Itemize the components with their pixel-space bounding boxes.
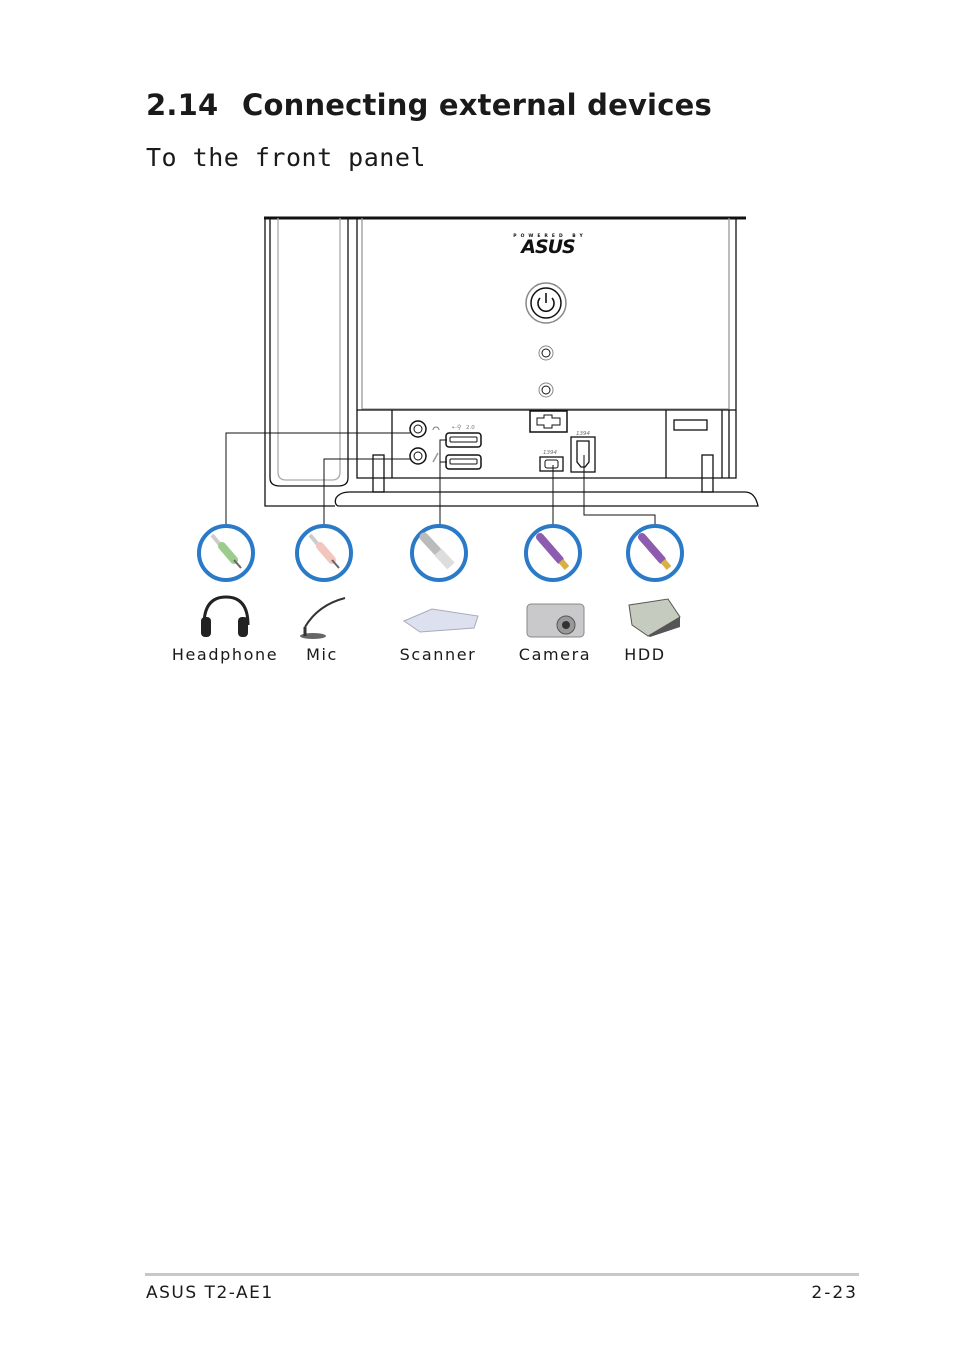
footer-page-number: 2-23 — [811, 1283, 858, 1303]
svg-text:⇠⚲: ⇠⚲ — [452, 424, 461, 431]
firewire-ports: 1394 1394 — [539, 431, 596, 473]
microphone-icon — [300, 597, 346, 639]
footer-divider — [145, 1273, 859, 1276]
footer-product: ASUS T2-AE1 — [146, 1283, 274, 1303]
device-label-headphone: Headphone — [171, 645, 279, 664]
chassis — [264, 216, 759, 507]
usb-ports: ⇠⚲ 2.0 — [445, 424, 482, 470]
manual-page: 2.14 Connecting external devices To the f… — [0, 0, 954, 1351]
firewire-plug-icon — [524, 524, 582, 582]
status-leds — [529, 345, 568, 433]
device-label-camera: Camera — [518, 645, 592, 664]
device-label-scanner: Scanner — [399, 645, 477, 664]
firewire-plug-icon — [626, 524, 684, 582]
headphone-icon — [201, 595, 250, 637]
scanner-icon — [402, 608, 479, 633]
device-pictures — [201, 595, 681, 639]
audio-jacks — [409, 420, 440, 465]
usb-version-label: 2.0 — [466, 425, 475, 431]
front-panel-diagram: POWERED BY ASUS ⇠⚲ 2.0 1394 1394 — [197, 216, 759, 639]
asus-logo: POWERED BY ASUS — [513, 233, 582, 258]
plug-circles — [197, 524, 684, 582]
firewire-small-label: 1394 — [543, 450, 557, 456]
pink-audio-plug-icon — [295, 524, 353, 582]
device-label-hdd: HDD — [624, 645, 666, 664]
power-button — [525, 282, 567, 324]
green-audio-plug-icon — [197, 524, 255, 582]
firewire-large-label: 1394 — [576, 431, 590, 437]
camera-icon — [526, 603, 585, 638]
usb-plug-icon — [410, 524, 468, 582]
device-label-mic: Mic — [306, 645, 338, 664]
hard-drive-icon — [628, 598, 681, 637]
svg-text:ASUS: ASUS — [519, 236, 575, 258]
